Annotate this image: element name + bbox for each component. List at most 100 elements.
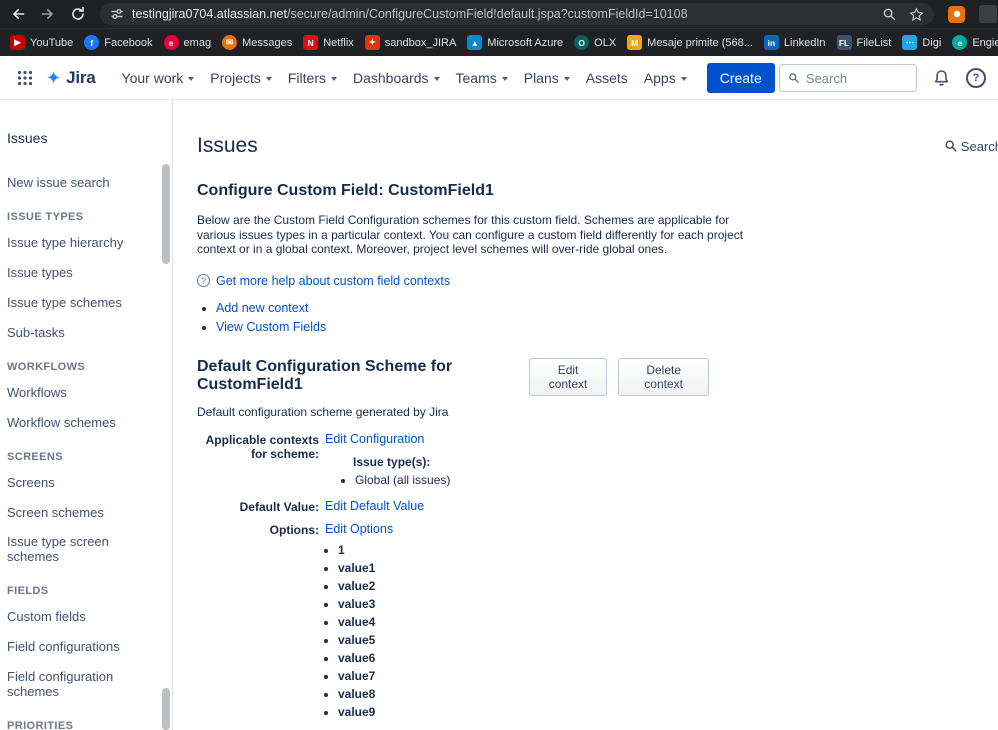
bookmark-mesaje-primite[interactable]: MMesaje primite (568... xyxy=(627,35,753,50)
admin-search-link[interactable]: Search xyxy=(944,139,998,154)
url-text: testingjira0704.atlassian.net/secure/adm… xyxy=(132,7,688,21)
notifications-bell-icon[interactable] xyxy=(932,69,951,88)
nav-plans[interactable]: Plans xyxy=(516,64,578,92)
bookmark-digi[interactable]: ⋯Digi xyxy=(902,35,941,50)
filelist-icon: FL xyxy=(837,35,852,50)
profile-icon[interactable] xyxy=(979,5,997,23)
netflix-icon: N xyxy=(303,35,318,50)
forward-button[interactable] xyxy=(40,6,56,22)
browser-window: testingjira0704.atlassian.net/secure/adm… xyxy=(0,0,998,730)
bookmark-olx[interactable]: OOLX xyxy=(574,35,616,50)
jira-logo[interactable]: ✦ Jira xyxy=(46,68,96,88)
sidebar-heading-fields: FIELDS xyxy=(7,585,156,597)
option-value: value2 xyxy=(338,579,757,593)
bookmark-netflix[interactable]: NNetflix xyxy=(303,35,354,50)
search-input[interactable] xyxy=(806,71,908,86)
sidebar-heading-issue-types: ISSUE TYPES xyxy=(7,211,156,223)
facebook-icon: f xyxy=(84,35,99,50)
option-value: value8 xyxy=(338,687,757,701)
bookmark-star-icon[interactable] xyxy=(909,7,924,22)
help-icon[interactable]: ? xyxy=(966,68,986,88)
option-value: value7 xyxy=(338,669,757,683)
nav-projects[interactable]: Projects xyxy=(202,64,280,92)
sidebar-item-new-issue-search[interactable]: New issue search xyxy=(7,176,156,191)
refresh-button[interactable] xyxy=(70,6,86,22)
options-label: Options: xyxy=(197,522,319,723)
add-new-context-link[interactable]: Add new context xyxy=(216,301,308,315)
sidebar-item-screen-schemes[interactable]: Screen schemes xyxy=(7,506,156,521)
bookmark-facebook[interactable]: fFacebook xyxy=(84,35,152,50)
page-title: Issues xyxy=(197,134,258,158)
sidebar-scrollbar-thumb[interactable] xyxy=(162,688,170,730)
sidebar-item-issue-type-schemes[interactable]: Issue type schemes xyxy=(7,296,156,311)
chevron-down-icon xyxy=(502,77,508,81)
sidebar-item-screens[interactable]: Screens xyxy=(7,476,156,491)
option-value: value1 xyxy=(338,561,757,575)
sidebar-item-custom-fields[interactable]: Custom fields xyxy=(7,610,156,625)
bookmark-engie[interactable]: eEngie xyxy=(952,35,998,50)
nav-your-work[interactable]: Your work xyxy=(114,64,203,92)
jira-sandbox-icon: ✦ xyxy=(365,35,380,50)
browser-toolbar: testingjira0704.atlassian.net/secure/adm… xyxy=(0,0,998,28)
help-link-row[interactable]: ? Get more help about custom field conte… xyxy=(197,274,998,288)
admin-sidebar: Issues New issue search ISSUE TYPES Issu… xyxy=(0,100,173,730)
scheme-title: Default Configuration Scheme for CustomF… xyxy=(197,358,529,394)
bookmark-microsoft-azure[interactable]: ▲Microsoft Azure xyxy=(467,35,563,50)
issue-types-list: Global (all issues) xyxy=(355,473,757,487)
global-search[interactable] xyxy=(779,64,917,92)
edit-context-button[interactable]: Edit context xyxy=(529,358,608,396)
option-value: value9 xyxy=(338,705,757,719)
scheme-caption: Default configuration scheme generated b… xyxy=(197,405,998,419)
nav-filters[interactable]: Filters xyxy=(280,64,345,92)
engie-icon: e xyxy=(952,35,967,50)
nav-apps[interactable]: Apps xyxy=(636,64,695,92)
extension-icon[interactable] xyxy=(948,6,965,23)
search-icon[interactable] xyxy=(882,7,897,22)
edit-options-link[interactable]: Edit Options xyxy=(325,522,393,536)
option-value: value4 xyxy=(338,615,757,629)
edit-configuration-link[interactable]: Edit Configuration xyxy=(325,432,424,446)
nav-dashboards[interactable]: Dashboards xyxy=(345,64,448,92)
app-switcher-icon[interactable] xyxy=(12,65,38,91)
bookmark-youtube[interactable]: ▶YouTube xyxy=(10,35,73,50)
action-links: Add new context View Custom Fields xyxy=(216,301,998,334)
bookmark-emag[interactable]: eemag xyxy=(164,35,212,50)
sidebar-item-issue-type-screen-schemes[interactable]: Issue type screen schemes xyxy=(7,535,156,565)
emag-icon: e xyxy=(164,35,179,50)
view-custom-fields-link[interactable]: View Custom Fields xyxy=(216,320,326,334)
sidebar-item-sub-tasks[interactable]: Sub-tasks xyxy=(7,326,156,341)
messages-icon: ✉ xyxy=(222,35,237,50)
create-button[interactable]: Create xyxy=(707,63,775,93)
sidebar-scrollbar-thumb[interactable] xyxy=(162,164,170,264)
sidebar-item-field-configurations[interactable]: Field configurations xyxy=(7,640,156,655)
nav-assets[interactable]: Assets xyxy=(578,64,636,92)
nav-teams[interactable]: Teams xyxy=(448,64,516,92)
configure-custom-field-title: Configure Custom Field: CustomField1 xyxy=(197,182,998,200)
edit-default-value-link[interactable]: Edit Default Value xyxy=(325,499,424,513)
search-icon xyxy=(944,139,958,153)
delete-context-button[interactable]: Delete context xyxy=(618,358,709,396)
options-list: 1 value1 value2 value3 value4 value5 val… xyxy=(338,543,757,719)
chevron-down-icon xyxy=(331,77,337,81)
sidebar-item-issue-types[interactable]: Issue types xyxy=(7,266,156,281)
chevron-down-icon xyxy=(681,77,687,81)
olx-icon: O xyxy=(574,35,589,50)
linkedin-icon: in xyxy=(764,35,779,50)
sidebar-item-workflows[interactable]: Workflows xyxy=(7,386,156,401)
help-link[interactable]: Get more help about custom field context… xyxy=(216,274,450,288)
bookmark-linkedin[interactable]: inLinkedIn xyxy=(764,35,826,50)
site-settings-icon[interactable] xyxy=(110,7,124,21)
sidebar-heading-workflows: WORKFLOWS xyxy=(7,361,156,373)
bookmark-filelist[interactable]: FLFileList xyxy=(837,35,892,50)
bookmark-messages[interactable]: ✉Messages xyxy=(222,35,292,50)
sidebar-item-issue-type-hierarchy[interactable]: Issue type hierarchy xyxy=(7,236,156,251)
sidebar-item-field-configuration-schemes[interactable]: Field configuration schemes xyxy=(7,670,156,700)
bookmarks-bar: ▶YouTube fFacebook eemag ✉Messages NNetf… xyxy=(0,28,998,56)
back-button[interactable] xyxy=(10,6,26,22)
sidebar-item-workflow-schemes[interactable]: Workflow schemes xyxy=(7,416,156,431)
address-bar[interactable]: testingjira0704.atlassian.net/secure/adm… xyxy=(100,3,934,25)
bookmark-sandbox-jira[interactable]: ✦sandbox_JIRA xyxy=(365,35,457,50)
question-mark-icon: ? xyxy=(197,274,210,287)
youtube-icon: ▶ xyxy=(10,35,25,50)
options-row: Options: Edit Options 1 value1 value2 va… xyxy=(197,522,757,723)
